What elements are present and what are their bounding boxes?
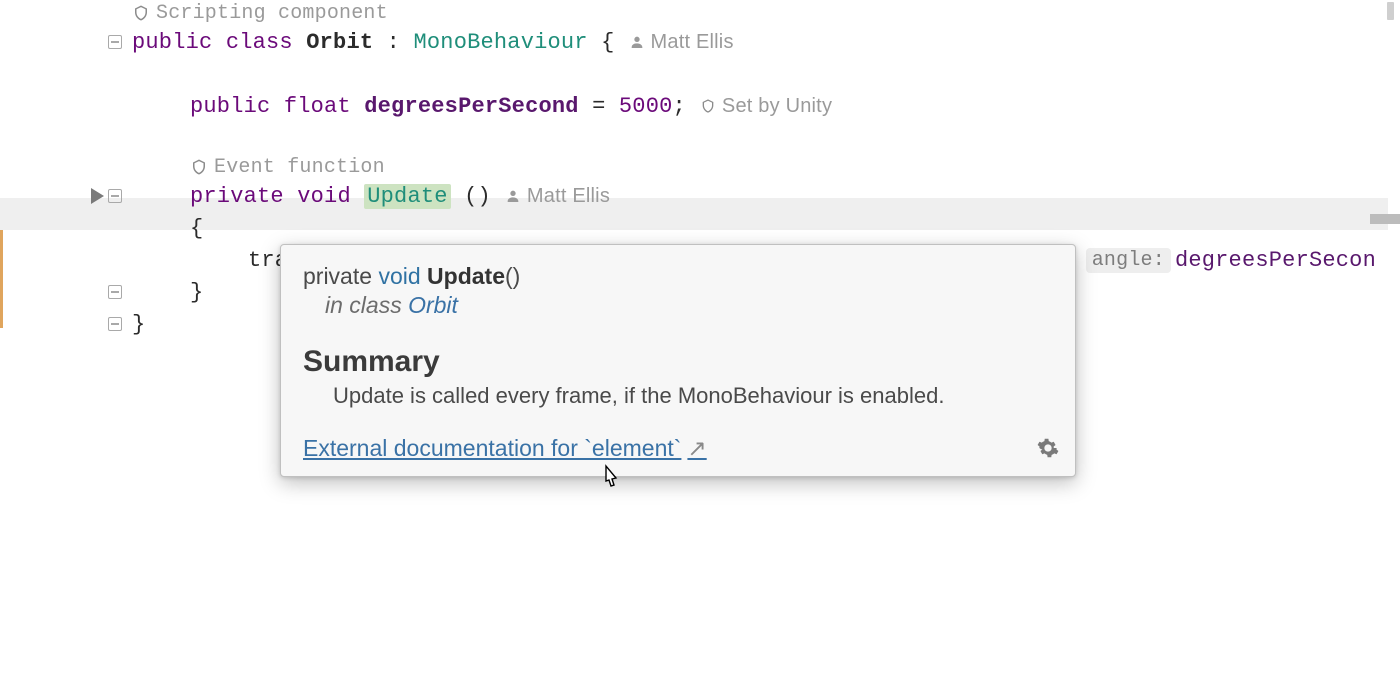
author-name: Matt Ellis [527,185,610,208]
doc-signature: private void Update() [303,263,1053,290]
method-name-highlighted[interactable]: Update [364,184,450,209]
keyword: private [190,184,284,209]
external-link-icon: ↗ [687,435,706,462]
brace: } [190,280,203,305]
doc-summary-text: Update is called every frame, if the Mon… [333,383,1053,409]
keyword: void [297,184,351,209]
code-line[interactable]: public float degreesPerSecond = 5000 ; S… [132,90,1376,122]
gutter [0,0,132,700]
doc-containing-class: in class Orbit [325,292,1053,319]
parameter-hint: angle: [1086,248,1171,273]
code-line[interactable]: private void Update () Matt Ellis [132,180,1376,212]
gutter-line[interactable] [0,308,132,340]
sig-method-name: Update [427,263,505,289]
gutter-line[interactable] [0,26,132,58]
code-line[interactable]: public class Orbit : MonoBehaviour { Mat… [132,26,1376,58]
keyword: float [284,94,351,119]
run-gutter-icon[interactable] [91,188,104,204]
external-doc-link[interactable]: External documentation for `element` ↗ [303,435,707,462]
keyword: class [226,30,293,55]
author-annotation[interactable]: Matt Ellis [629,31,734,54]
inclass-prefix: in class [325,292,408,318]
keyword: public [190,94,270,119]
unity-icon [190,158,208,176]
author-annotation[interactable]: Matt Ellis [505,185,610,208]
doc-summary-heading: Summary [303,345,1053,379]
field-name[interactable]: degreesPerSecond [364,94,578,119]
author-name: Matt Ellis [651,31,734,54]
fold-end-icon [108,317,122,331]
class-name[interactable]: Orbit [306,30,373,55]
cursor-icon [597,463,625,500]
sig-parens: () [505,263,520,289]
fold-toggle-icon[interactable] [108,35,122,49]
token: : [373,30,413,55]
brace: } [132,312,145,337]
person-icon [629,34,645,50]
argument[interactable]: degreesPerSecon [1175,248,1376,273]
code-lens-event[interactable]: Event function [132,154,1376,180]
unity-icon [132,4,150,22]
inlay-hint[interactable]: Set by Unity [700,95,832,118]
code-lens-label: Scripting component [156,2,388,25]
keyword: public [132,30,212,55]
semicolon: ; [673,94,686,119]
sig-return-type: void [378,263,420,289]
brace: { [601,30,614,55]
scrollbar-mark [1387,2,1394,20]
type-name[interactable]: MonoBehaviour [413,30,587,55]
token: = [579,94,619,119]
person-icon [505,188,521,204]
number-literal: 5000 [619,94,673,119]
code-line[interactable]: { [132,212,1376,244]
brace: { [190,216,203,241]
inlay-hint-label: Set by Unity [722,95,832,118]
gutter-line[interactable] [0,180,132,212]
code-editor[interactable]: Scripting component public class Orbit :… [0,0,1400,700]
sig-keyword: private [303,263,372,289]
fold-toggle-icon[interactable] [108,189,122,203]
gear-icon[interactable] [1037,437,1059,464]
gutter-line[interactable] [0,276,132,308]
fold-end-icon [108,285,122,299]
class-link[interactable]: Orbit [408,292,458,318]
code-lens-scripting[interactable]: Scripting component [132,0,1376,26]
quick-doc-popup[interactable]: private void Update() in class Orbit Sum… [280,244,1076,477]
unity-icon [700,98,716,114]
external-doc-link-text: External documentation for `element` [303,435,681,462]
scrollbar-thumb[interactable] [1370,214,1400,224]
scrollbar[interactable] [1384,0,1400,700]
parens: () [464,184,491,209]
code-lens-label: Event function [214,156,385,179]
